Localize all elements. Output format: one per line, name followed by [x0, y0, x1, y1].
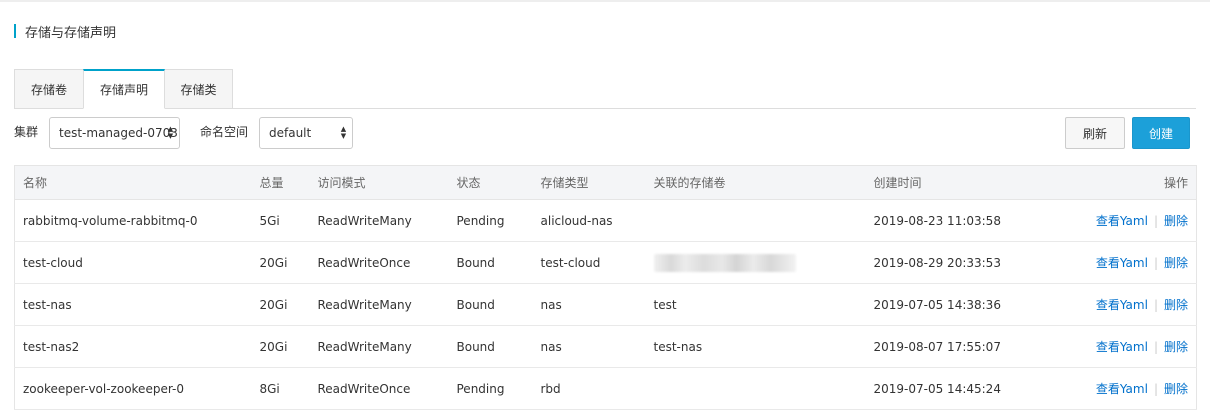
table-row: test-cloud 20Gi ReadWriteOnce Bound test-clo…: [14, 241, 1197, 284]
table-row: zookeeper-vol-zookeeper-0 8Gi ReadWriteOnc…: [14, 367, 1197, 410]
cluster-select-value: test-managed-0703: [59, 126, 178, 140]
create-button[interactable]: 创建: [1132, 117, 1190, 149]
cell-name: rabbitmq-volume-rabbitmq-0: [14, 199, 252, 242]
cell-volume: test-nas: [645, 325, 866, 368]
cell-status: Bound: [448, 241, 533, 284]
page-title-text: 存储与存储声明: [25, 25, 117, 41]
title-accent-bar: [14, 24, 16, 38]
cell-capacity: 20Gi: [251, 325, 310, 368]
cell-access-mode: ReadWriteMany: [309, 325, 449, 368]
cell-status: Bound: [448, 325, 533, 368]
cell-actions: 查看Yaml | 删除: [1085, 283, 1197, 326]
redacted-volume-block: [653, 253, 796, 272]
view-yaml-link[interactable]: 查看Yaml: [1096, 256, 1148, 270]
cell-status: Pending: [448, 367, 533, 410]
column-header-storage-class: 存储类型: [532, 165, 646, 200]
cluster-label: 集群: [14, 125, 39, 139]
cell-created: 2019-07-05 14:38:36: [865, 283, 1086, 326]
cell-created: 2019-08-23 11:03:58: [865, 199, 1086, 242]
cell-capacity: 20Gi: [251, 241, 310, 284]
cell-volume: test: [645, 283, 866, 326]
cell-name: test-cloud: [14, 241, 252, 284]
delete-link[interactable]: 删除: [1164, 214, 1188, 228]
filter-bar: 集群 test-managed-0703 ▲ ▼ 命名空间 default ▲ ▼ …: [14, 117, 1196, 149]
delete-link[interactable]: 删除: [1164, 382, 1188, 396]
action-separator: |: [1153, 256, 1158, 270]
cell-capacity: 5Gi: [251, 199, 310, 242]
action-separator: |: [1153, 214, 1158, 228]
cell-volume: [645, 367, 866, 410]
cell-name: zookeeper-vol-zookeeper-0: [14, 367, 252, 410]
view-yaml-link[interactable]: 查看Yaml: [1096, 382, 1148, 396]
namespace-select-value: default: [269, 126, 312, 140]
column-header-volume: 关联的存储卷: [645, 165, 866, 200]
cell-created: 2019-08-29 20:33:53: [865, 241, 1086, 284]
cell-actions: 查看Yaml | 删除: [1085, 241, 1197, 284]
tab-claims[interactable]: 存储声明: [83, 69, 165, 109]
table-row: test-nas 20Gi ReadWriteMany Bound nas test 201…: [14, 283, 1197, 326]
delete-link[interactable]: 删除: [1164, 340, 1188, 354]
view-yaml-link[interactable]: 查看Yaml: [1096, 340, 1148, 354]
cell-actions: 查看Yaml | 删除: [1085, 199, 1197, 242]
cell-actions: 查看Yaml | 删除: [1085, 325, 1197, 368]
tab-bar: 存储卷 存储声明 存储类: [14, 69, 233, 109]
column-header-capacity: 总量: [251, 165, 310, 200]
cell-access-mode: ReadWriteOnce: [309, 367, 449, 410]
view-yaml-link[interactable]: 查看Yaml: [1096, 298, 1148, 312]
namespace-select[interactable]: default ▲ ▼: [259, 117, 353, 149]
table-row: test-nas2 20Gi ReadWriteMany Bound nas test-n…: [14, 325, 1197, 368]
cell-storage-class: test-cloud: [532, 241, 646, 284]
top-border: [0, 0, 1210, 2]
action-separator: |: [1153, 298, 1158, 312]
cell-name: test-nas: [14, 283, 252, 326]
cell-storage-class: rbd: [532, 367, 646, 410]
cell-volume: [645, 199, 866, 242]
cell-created: 2019-08-07 17:55:07: [865, 325, 1086, 368]
column-header-name: 名称: [14, 165, 252, 200]
action-separator: |: [1153, 382, 1158, 396]
select-arrows-icon: ▲ ▼: [340, 125, 347, 140]
cluster-select[interactable]: test-managed-0703 ▲ ▼: [49, 117, 180, 149]
cell-volume: [645, 241, 866, 284]
cell-access-mode: ReadWriteOnce: [309, 241, 449, 284]
cell-capacity: 8Gi: [251, 367, 310, 410]
tabs-divider: [14, 108, 1196, 109]
cell-storage-class: nas: [532, 283, 646, 326]
action-separator: |: [1153, 340, 1158, 354]
cell-actions: 查看Yaml | 删除: [1085, 367, 1197, 410]
cell-capacity: 20Gi: [251, 283, 310, 326]
claims-table: 名称 总量 访问模式 状态 存储类型 关联的存储卷 创建时间 操作 rabbit…: [14, 165, 1197, 410]
view-yaml-link[interactable]: 查看Yaml: [1096, 214, 1148, 228]
refresh-button[interactable]: 刷新: [1065, 117, 1125, 149]
select-arrows-icon: ▲ ▼: [167, 125, 174, 140]
column-header-actions: 操作: [1085, 165, 1197, 200]
page-title: 存储与存储声明: [14, 20, 116, 42]
delete-link[interactable]: 删除: [1164, 256, 1188, 270]
cell-name: test-nas2: [14, 325, 252, 368]
cell-status: Bound: [448, 283, 533, 326]
cell-status: Pending: [448, 199, 533, 242]
cell-created: 2019-07-05 14:45:24: [865, 367, 1086, 410]
column-header-access-mode: 访问模式: [309, 165, 449, 200]
tab-storage-classes[interactable]: 存储类: [165, 69, 233, 109]
column-header-status: 状态: [448, 165, 533, 200]
table-header-row: 名称 总量 访问模式 状态 存储类型 关联的存储卷 创建时间 操作: [14, 165, 1197, 200]
cell-access-mode: ReadWriteMany: [309, 283, 449, 326]
cell-access-mode: ReadWriteMany: [309, 199, 449, 242]
tab-volumes[interactable]: 存储卷: [14, 69, 83, 109]
cell-storage-class: alicloud-nas: [532, 199, 646, 242]
table-row: rabbitmq-volume-rabbitmq-0 5Gi ReadWriteMa…: [14, 199, 1197, 242]
namespace-label: 命名空间: [200, 125, 249, 139]
delete-link[interactable]: 删除: [1164, 298, 1188, 312]
cell-storage-class: nas: [532, 325, 646, 368]
column-header-created: 创建时间: [865, 165, 1086, 200]
